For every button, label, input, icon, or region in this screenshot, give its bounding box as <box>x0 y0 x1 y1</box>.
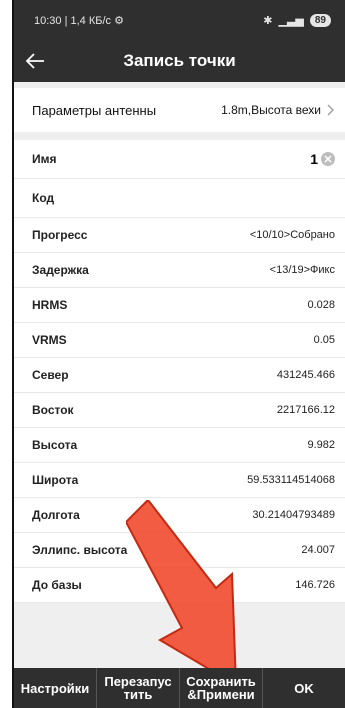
name-field[interactable]: 1 ✕ <box>310 151 335 167</box>
code-label: Код <box>32 191 55 205</box>
field-label: Задержка <box>32 263 89 277</box>
save-apply-button[interactable]: Сохранить &Примени <box>180 668 263 708</box>
clear-icon[interactable]: ✕ <box>321 152 335 166</box>
field-row: Север 431245.466 <box>14 358 345 393</box>
field-value: <13/19>Фикс <box>269 264 335 276</box>
status-icons: ✱ ▁▃▅ 89 <box>263 13 331 27</box>
field-value: 0.028 <box>307 299 335 311</box>
field-label: Восток <box>32 403 74 417</box>
name-row: Имя 1 ✕ <box>14 140 345 179</box>
ok-button[interactable]: OK <box>263 668 345 708</box>
field-label: До базы <box>32 578 82 592</box>
field-row: Долгота 30.21404793489 <box>14 498 345 533</box>
back-arrow-icon[interactable] <box>14 40 56 82</box>
field-row: До базы 146.726 <box>14 568 345 603</box>
field-row: Высота 9.982 <box>14 428 345 463</box>
bottom-toolbar: Настройки Перезапус тить Сохранить &Примен… <box>14 668 345 708</box>
field-row: Задержка <13/19>Фикс <box>14 253 345 288</box>
field-label: Высота <box>32 438 78 452</box>
app-screen: 10:30 | 1,4 КБ/с ⚙ ✱ ▁▃▅ 89 Запись точки… <box>12 0 345 708</box>
field-value: 0.05 <box>313 334 335 346</box>
settings-button[interactable]: Настройки <box>14 668 97 708</box>
field-row: VRMS 0.05 <box>14 323 345 358</box>
antenna-params-row[interactable]: Параметры антенны 1.8m,Высота вехи <box>14 88 345 132</box>
restart-label-line2: тить <box>123 687 153 702</box>
field-label: Долгота <box>32 508 80 522</box>
field-value: <10/10>Собрано <box>249 229 335 241</box>
bluetooth-icon: ✱ <box>263 14 273 27</box>
page-title: Запись точки <box>123 51 236 70</box>
chevron-right-icon <box>327 104 334 116</box>
field-row: Восток 2217166.12 <box>14 393 345 428</box>
name-label: Имя <box>32 152 57 166</box>
field-value: 146.726 <box>295 579 335 591</box>
field-label: Эллипс. высота <box>32 543 128 557</box>
field-row: Широта 59.533114514068 <box>14 463 345 498</box>
field-label: HRMS <box>32 298 68 312</box>
antenna-value-group: 1.8m,Высота вехи <box>221 103 335 117</box>
field-row: HRMS 0.028 <box>14 288 345 323</box>
antenna-label: Параметры антенны <box>32 102 157 118</box>
point-fields-list: Имя 1 ✕ Код Прогресс <10/10>Собрано Задерж… <box>14 140 345 603</box>
field-value: 24.007 <box>301 544 335 556</box>
restart-button[interactable]: Перезапус тить <box>97 668 180 708</box>
field-value: 59.533114514068 <box>247 474 335 486</box>
field-value: 2217166.12 <box>276 404 335 416</box>
signal-icon: ▁▃▅ <box>278 14 304 27</box>
save-label-line2: &Примени <box>187 687 255 702</box>
code-row[interactable]: Код <box>14 179 345 218</box>
app-bar: Запись точки <box>14 40 345 82</box>
data-rows: Прогресс <10/10>Собрано Задержка <13/19>Фик… <box>14 218 345 603</box>
name-value[interactable]: 1 <box>310 151 318 167</box>
field-label: VRMS <box>32 333 67 347</box>
field-value: 9.982 <box>307 439 335 451</box>
antenna-value: 1.8m,Высота вехи <box>221 103 321 117</box>
field-row: Прогресс <10/10>Собрано <box>14 218 345 253</box>
status-left-text: 10:30 | 1,4 КБ/с ⚙ <box>34 14 124 27</box>
field-label: Прогресс <box>32 228 88 242</box>
status-bar: 10:30 | 1,4 КБ/с ⚙ ✱ ▁▃▅ 89 <box>14 0 345 40</box>
field-label: Широта <box>32 473 79 487</box>
field-row: Эллипс. высота 24.007 <box>14 533 345 568</box>
field-value: 30.21404793489 <box>252 509 335 521</box>
battery-level: 89 <box>309 13 331 27</box>
field-label: Север <box>32 368 69 382</box>
field-value: 431245.466 <box>276 369 335 381</box>
